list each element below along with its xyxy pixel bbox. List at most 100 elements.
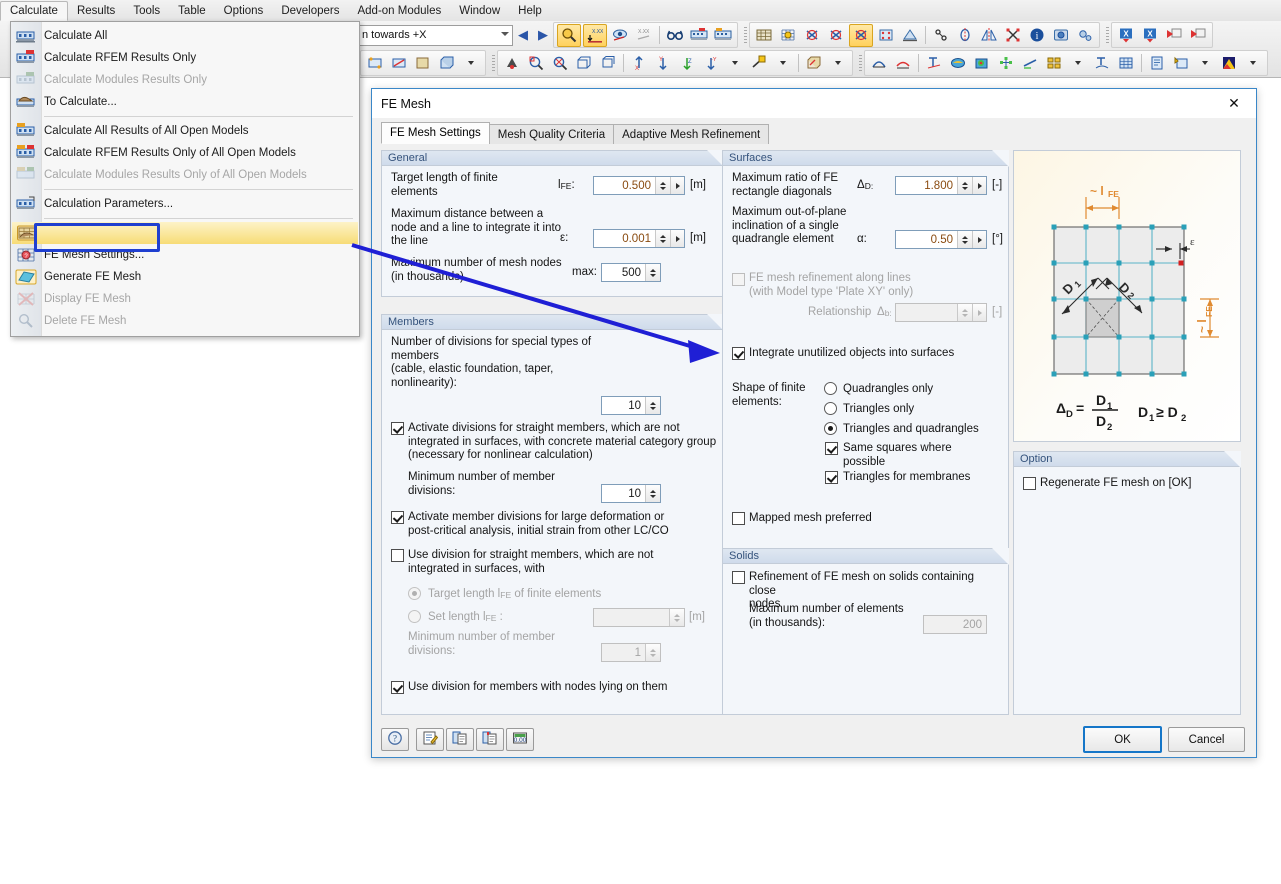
max-ratio-spinner[interactable] [957, 177, 972, 194]
color-scale-icon[interactable] [1218, 53, 1240, 74]
project-to-surface-icon[interactable]: X.XX [583, 24, 607, 47]
render-mode-icon[interactable] [501, 53, 523, 74]
set-length-input[interactable] [593, 608, 685, 627]
use-division-straight-checkbox[interactable] [391, 549, 404, 562]
clipping-dropdown-icon[interactable] [772, 53, 794, 74]
same-squares-checkbox[interactable] [825, 442, 838, 455]
activate-straight-members-checkbox[interactable] [391, 422, 404, 435]
calculate-all-toolbar-icon[interactable] [712, 25, 734, 46]
fe-mesh-toolbar-icon[interactable] [753, 25, 775, 46]
menu-item-to-calculate[interactable]: To Calculate... [11, 91, 359, 113]
relationship-input[interactable] [895, 303, 987, 322]
mapped-mesh-checkbox[interactable] [732, 512, 745, 525]
view-negy-icon[interactable]: -Y [700, 53, 722, 74]
menu-options[interactable]: Options [215, 0, 273, 21]
view-x-icon[interactable]: X [628, 53, 650, 74]
max-ratio-input[interactable]: 1.800 [895, 176, 987, 195]
mirror-icon[interactable] [978, 25, 1000, 46]
menu-item-fe-mesh-settings[interactable] [12, 222, 358, 244]
result-diagram-icon[interactable] [1091, 53, 1113, 74]
zoom-magnifier-icon[interactable] [557, 24, 581, 47]
menu-addon-modules[interactable]: Add-on Modules [348, 0, 450, 21]
close-icon[interactable]: ✕ [1212, 89, 1256, 117]
menu-calculate[interactable]: Calculate [0, 1, 68, 21]
camera-icon[interactable] [1050, 25, 1072, 46]
menu-window[interactable]: Window [450, 0, 509, 21]
rotate-x-icon[interactable] [801, 25, 823, 46]
target-length-more-button[interactable] [670, 177, 684, 194]
mirror-circular-icon[interactable] [954, 25, 976, 46]
printout-report-icon[interactable] [1146, 53, 1168, 74]
visibility-dropdown-icon[interactable] [827, 53, 849, 74]
calculate-dropdown-menu[interactable]: Calculate All Calculate RFEM Results Onl… [10, 21, 360, 337]
menu-item-calculate-rfem-results-all-models[interactable]: Calculate RFEM Results Only of All Open … [11, 142, 359, 164]
min-divisions-input[interactable]: 10 [601, 484, 661, 503]
zoom-all-icon[interactable] [573, 53, 595, 74]
menu-item-display-fe-mesh[interactable]: Generate FE Mesh [11, 266, 359, 288]
max-inclination-input[interactable]: 0.50 [895, 230, 987, 249]
view-y-icon[interactable]: Y [652, 53, 674, 74]
color-scale-dropdown-icon[interactable] [1242, 53, 1264, 74]
radio-target-length[interactable] [408, 587, 421, 600]
special-divisions-spinner[interactable] [645, 397, 660, 414]
printout-dropdown-icon[interactable] [1194, 53, 1216, 74]
units-button[interactable]: 0.00 [506, 728, 534, 751]
calculate-toolbar-icon[interactable] [688, 25, 710, 46]
value-label-icon[interactable]: X.XX [633, 25, 655, 46]
clipping-plane-icon[interactable] [748, 53, 770, 74]
zoom-in-icon[interactable] [525, 53, 547, 74]
radio-set-length[interactable] [408, 610, 421, 623]
new-surface-icon[interactable] [412, 53, 434, 74]
result-table-icon[interactable] [1043, 53, 1065, 74]
menu-item-calculate-all-results-all-models[interactable]: Calculate All Results of All Open Models [11, 120, 359, 142]
generate-mesh-toolbar-icon[interactable] [777, 25, 799, 46]
surface-results-icon[interactable] [947, 53, 969, 74]
tab-fe-mesh-settings[interactable]: FE Mesh Settings [381, 122, 490, 144]
min-divisions2-input[interactable]: 1 [601, 643, 661, 662]
zoom-out-icon[interactable] [549, 53, 571, 74]
info-icon[interactable]: i [1026, 25, 1048, 46]
menu-tools[interactable]: Tools [124, 0, 169, 21]
result-axis-icon[interactable] [923, 53, 945, 74]
glasses-icon[interactable] [664, 25, 686, 46]
zoom-previous-icon[interactable] [597, 53, 619, 74]
new-node-icon[interactable] [364, 53, 386, 74]
import-flag-2-icon[interactable] [1187, 25, 1209, 46]
menu-results[interactable]: Results [68, 0, 124, 21]
radio-triangles-only[interactable] [824, 402, 837, 415]
support-icon[interactable] [899, 25, 921, 46]
prev-view-icon[interactable]: ◀ [518, 27, 528, 43]
max-nodes-input[interactable]: 500 [601, 263, 661, 282]
solids-refinement-checkbox[interactable] [732, 571, 745, 584]
visibility-eye-icon[interactable] [609, 25, 631, 46]
result-table-dropdown-icon[interactable] [1067, 53, 1089, 74]
intersect-icon[interactable] [1002, 25, 1024, 46]
visibility-cube-icon[interactable] [803, 53, 825, 74]
menu-developers[interactable]: Developers [272, 0, 348, 21]
load-defaults-button[interactable] [446, 728, 474, 751]
max-distance-spinner[interactable] [655, 230, 670, 247]
section-results-icon[interactable] [1019, 53, 1041, 74]
rotate-y-icon[interactable] [825, 25, 847, 46]
excel-export-1-icon[interactable]: X [1115, 25, 1137, 46]
tab-adaptive-mesh-refinement[interactable]: Adaptive Mesh Refinement [613, 124, 769, 144]
radio-triangles-and-quadrangles[interactable] [824, 422, 837, 435]
save-defaults-button[interactable] [476, 728, 504, 751]
view-dropdown-icon[interactable] [724, 53, 746, 74]
target-length-input[interactable]: 0.500 [593, 176, 685, 195]
new-solid-dropdown-icon[interactable] [460, 53, 482, 74]
grid-points-icon[interactable] [875, 25, 897, 46]
menu-item-generate-fe-mesh[interactable]: ? FE Mesh Settings... [11, 244, 359, 266]
rotate-z-icon[interactable] [849, 24, 873, 47]
target-length-spinner[interactable] [655, 177, 670, 194]
max-inclination-more-button[interactable] [972, 231, 986, 248]
moment-diagram-icon[interactable] [868, 53, 890, 74]
activate-large-deformation-checkbox[interactable] [391, 511, 404, 524]
results-grid-icon[interactable] [1115, 53, 1137, 74]
regenerate-mesh-checkbox[interactable] [1023, 477, 1036, 490]
node-icon[interactable] [930, 25, 952, 46]
cancel-button[interactable]: Cancel [1168, 727, 1245, 752]
menu-item-calculation-parameters[interactable]: Calculation Parameters... [11, 193, 359, 215]
next-view-icon[interactable]: ▶ [538, 27, 548, 43]
solid-results-icon[interactable] [971, 53, 993, 74]
